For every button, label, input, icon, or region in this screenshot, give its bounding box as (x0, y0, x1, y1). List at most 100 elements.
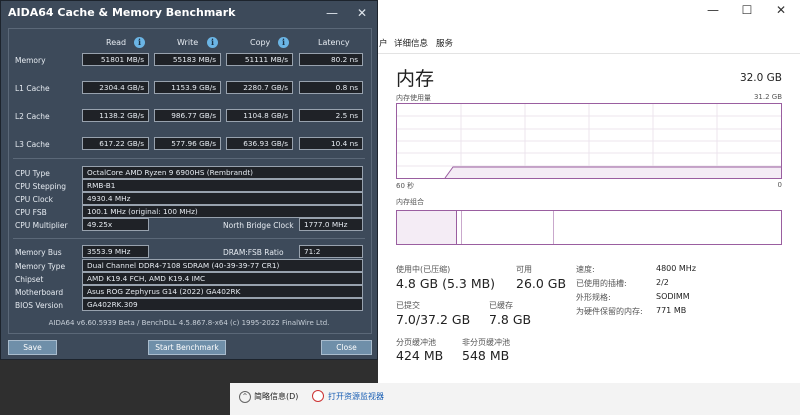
l3-copy-value: 636.93 GB/s (226, 137, 293, 150)
divider (13, 158, 365, 159)
in-use-label: 使用中(已压缩) (396, 265, 451, 274)
divider (13, 238, 365, 239)
nb-clock-label: North Bridge Clock (223, 221, 294, 230)
nonpaged-pool-value: 548 MB (462, 348, 510, 363)
l1-copy-value: 2280.7 GB/s (226, 81, 293, 94)
tab-details[interactable]: 详细信息 (394, 37, 428, 49)
motherboard-label: Motherboard (15, 288, 64, 297)
reserved-value: 771 MB (656, 306, 687, 315)
memory-type-value: Dual Channel DDR4-7108 SDRAM (40-39-39-7… (82, 259, 363, 272)
form-factor-value: SODIMM (656, 292, 690, 301)
page-title: 内存 (396, 68, 435, 90)
tab-users[interactable]: 户 (379, 37, 388, 49)
chevron-up-icon[interactable]: ⌃ (239, 391, 251, 403)
total-memory: 32.0 GB (739, 72, 782, 84)
l1-latency-value: 0.8 ns (299, 81, 363, 94)
read-header: Read (106, 38, 127, 47)
committed-label: 已提交 (396, 301, 420, 310)
dram-ratio-value: 71:2 (299, 245, 363, 258)
memory-latency-value: 80.2 ns (299, 53, 363, 66)
cpu-multiplier-value: 49.25x (82, 218, 149, 231)
cached-value: 7.8 GB (489, 312, 532, 327)
l2-latency-value: 2.5 ns (299, 109, 363, 122)
info-icon[interactable]: i (134, 37, 145, 48)
window-title: AIDA64 Cache & Memory Benchmark (8, 6, 236, 19)
dram-ratio-label: DRAM:FSB Ratio (223, 248, 284, 257)
nb-clock-value: 1777.0 MHz (299, 218, 363, 231)
close-button[interactable]: Close (321, 340, 372, 355)
memory-type-label: Memory Type (15, 262, 66, 271)
open-resource-monitor-link[interactable]: 打开资源监视器 (328, 391, 384, 402)
close-icon[interactable]: ✕ (353, 4, 371, 22)
cpu-type-value: OctalCore AMD Ryzen 9 6900HS (Rembrandt) (82, 166, 363, 179)
usage-max: 31.2 GB (753, 93, 782, 101)
cpu-fsb-label: CPU FSB (15, 208, 47, 217)
form-factor-label: 外形规格: (576, 293, 611, 302)
l3-read-value: 617.22 GB/s (82, 137, 149, 150)
axis-right: 0 (777, 181, 782, 189)
cpu-clock-label: CPU Clock (15, 195, 54, 204)
cached-label: 已缓存 (489, 301, 513, 310)
in-use-segment (397, 211, 457, 244)
slots-value: 2/2 (656, 278, 669, 287)
motherboard-value: Asus ROG Zephyrus G14 (2022) GA402RK (82, 285, 363, 298)
info-icon[interactable]: i (207, 37, 218, 48)
task-manager-footer: ⌃ 简略信息(D) 打开资源监视器 (230, 383, 800, 415)
bios-version-value: GA402RK.309 (82, 298, 363, 311)
close-icon[interactable]: ✕ (764, 0, 798, 20)
row-label-l2: L2 Cache (15, 112, 50, 121)
row-label-memory: Memory (15, 56, 46, 65)
cpu-stepping-value: RMB-B1 (82, 179, 363, 192)
fewer-details-link[interactable]: 简略信息(D) (254, 391, 298, 402)
memory-read-value: 51801 MB/s (82, 53, 149, 66)
aida64-titlebar[interactable]: AIDA64 Cache & Memory Benchmark — ✕ (1, 1, 377, 25)
usage-graph-canvas (397, 104, 781, 179)
paged-pool-label: 分页缓冲池 (396, 338, 436, 347)
maximize-icon[interactable]: ☐ (730, 0, 764, 20)
bios-version-label: BIOS Version (15, 301, 63, 310)
tab-services[interactable]: 服务 (436, 37, 453, 49)
in-use-value: 4.8 GB (5.3 MB) (396, 276, 496, 291)
l2-copy-value: 1104.8 GB/s (226, 109, 293, 122)
cpu-stepping-label: CPU Stepping (15, 182, 67, 191)
minimize-icon[interactable]: — (323, 4, 341, 22)
usage-graph (396, 103, 782, 179)
l1-write-value: 1153.9 GB/s (154, 81, 221, 94)
minimize-icon[interactable]: — (696, 0, 730, 20)
info-icon[interactable]: i (278, 37, 289, 48)
chipset-label: Chipset (15, 275, 44, 284)
version-footer: AIDA64 v6.60.5939 Beta / BenchDLL 4.5.86… (48, 319, 330, 327)
save-button[interactable]: Save (8, 340, 57, 355)
cpu-fsb-value: 100.1 MHz (original: 100 MHz) (82, 205, 363, 218)
memory-bus-label: Memory Bus (15, 248, 62, 257)
resource-monitor-icon (312, 390, 324, 402)
chipset-value: AMD K19.4 FCH, AMD K19.4 IMC (82, 272, 363, 285)
nonpaged-pool-label: 非分页缓冲池 (462, 338, 510, 347)
cpu-type-label: CPU Type (15, 169, 50, 178)
committed-value: 7.0/37.2 GB (396, 312, 471, 327)
composition-label: 内存组合 (396, 198, 424, 206)
l3-latency-value: 10.4 ns (299, 137, 363, 150)
composition-bar (396, 210, 782, 245)
slots-label: 已使用的插槽: (576, 279, 627, 288)
available-value: 26.0 GB (516, 276, 567, 291)
tab-divider (378, 53, 800, 54)
paged-pool-value: 424 MB (396, 348, 444, 363)
cpu-multiplier-label: CPU Multiplier (15, 221, 68, 230)
cpu-clock-value: 4930.4 MHz (82, 192, 363, 205)
aida64-window: AIDA64 Cache & Memory Benchmark — ✕ Read… (0, 0, 378, 360)
memory-bus-value: 3553.9 MHz (82, 245, 149, 258)
write-header: Write (177, 38, 199, 47)
speed-label: 速度: (576, 265, 595, 274)
memory-copy-value: 51111 MB/s (226, 53, 293, 66)
task-manager-window: — ☐ ✕ 户 详细信息 服务 内存 32.0 GB 内存使用量 31.2 GB… (378, 0, 800, 415)
l2-write-value: 986.77 GB/s (154, 109, 221, 122)
usage-label: 内存使用量 (396, 94, 431, 102)
memory-write-value: 55183 MB/s (154, 53, 221, 66)
l2-read-value: 1138.2 GB/s (82, 109, 149, 122)
l1-read-value: 2304.4 GB/s (82, 81, 149, 94)
latency-header: Latency (318, 38, 350, 47)
start-benchmark-button[interactable]: Start Benchmark (148, 340, 226, 355)
available-label: 可用 (516, 265, 532, 274)
row-label-l3: L3 Cache (15, 140, 50, 149)
